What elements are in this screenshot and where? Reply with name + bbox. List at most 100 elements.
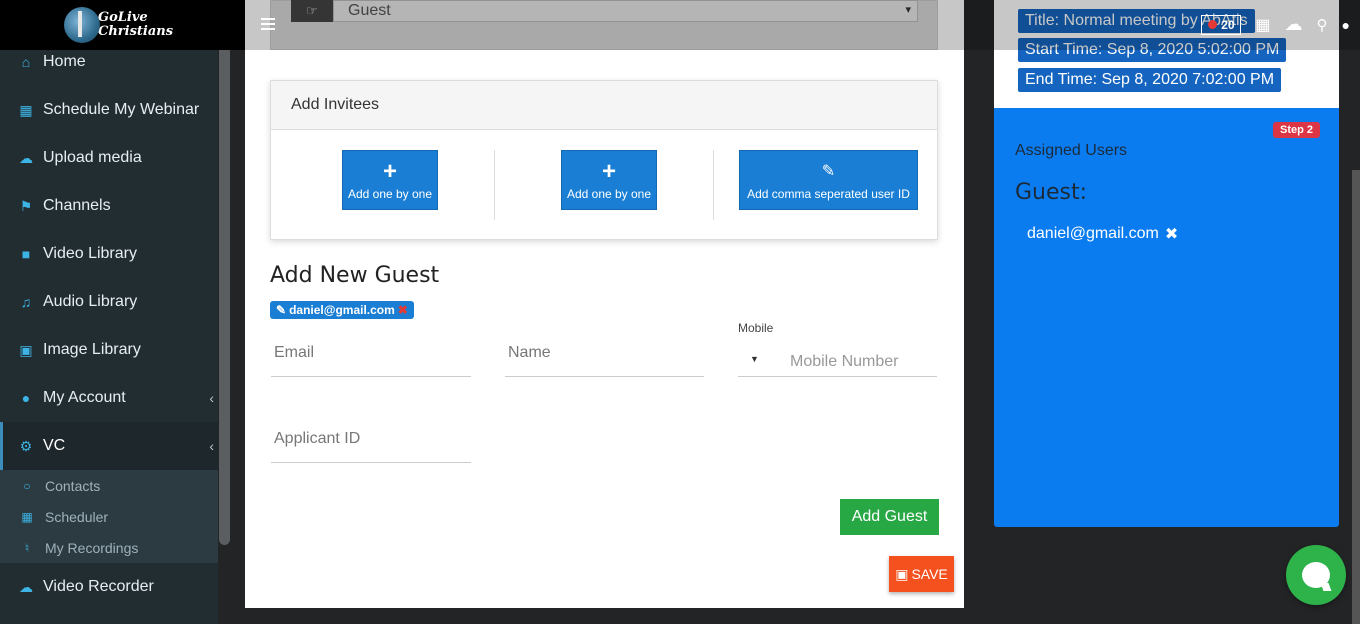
recording-count: 20	[1221, 17, 1235, 32]
save-button[interactable]: ▣ SAVE	[889, 556, 954, 592]
mobile-placeholder: Mobile Number	[790, 353, 899, 370]
plus-icon: +	[601, 158, 616, 185]
remove-user-icon[interactable]: ✖	[1165, 224, 1178, 244]
assigned-users-title: Assigned Users	[1015, 142, 1128, 159]
name-placeholder: Name	[508, 344, 551, 361]
cloud-upload-icon[interactable]: ☁	[1285, 14, 1303, 35]
calendar-icon[interactable]: ▦	[1255, 15, 1270, 35]
sidebar-item-label: Schedule My Webinar	[43, 101, 200, 118]
add-comma-separated-button[interactable]: ✎ Add comma seperated user ID	[739, 150, 918, 210]
sidebar-nav: ⌂ Home ▦ Schedule My Webinar ☁ Upload me…	[0, 38, 218, 611]
assigned-users-panel	[994, 108, 1339, 527]
page-scrollbar[interactable]	[1352, 170, 1360, 624]
chat-bubble-icon	[1302, 562, 1330, 588]
country-code-dropdown-icon[interactable]: ▼	[750, 354, 759, 364]
email-placeholder: Email	[274, 344, 315, 361]
cloud-upload-icon: ☁	[19, 578, 33, 595]
calendar-plus-icon: ▦	[19, 101, 33, 118]
add-one-by-one-button[interactable]: + Add one by one	[342, 150, 438, 210]
music-note-icon: ♫	[20, 294, 32, 310]
add-new-guest-title: Add New Guest	[270, 263, 440, 288]
sidebar-subitem-label: Contacts	[45, 477, 101, 494]
save-label: SAVE	[911, 566, 948, 582]
chip-email: daniel@gmail.com	[289, 303, 395, 317]
sidebar-item-audio-library[interactable]: ♫ Audio Library	[0, 278, 218, 326]
sidebar: ⌂ Home ▦ Schedule My Webinar ☁ Upload me…	[0, 0, 218, 624]
user-icon: ●	[21, 390, 31, 406]
button-label: Add one by one	[347, 187, 433, 201]
sidebar-item-label: Home	[43, 53, 86, 70]
logo-line-1: GoLive	[98, 10, 148, 25]
chevron-left-icon: ‹	[209, 438, 214, 454]
sidebar-subitem-label: My Recordings	[45, 539, 139, 556]
chevron-left-icon: ‹	[209, 390, 214, 406]
header-toolbar: 20 ▦ ☁ ⚲ ●	[1201, 14, 1350, 35]
assigned-user-item: daniel@gmail.com ✖	[1027, 224, 1178, 244]
add-guest-button[interactable]: Add Guest	[840, 499, 939, 535]
calendar-icon: ▦	[21, 509, 33, 524]
logo-line-2: Christians	[98, 24, 174, 39]
sidebar-item-label: Video Library	[43, 245, 137, 262]
search-icon[interactable]: ⚲	[1317, 16, 1328, 34]
sidebar-item-image-library[interactable]: ▣ Image Library	[0, 326, 218, 374]
sidebar-item-upload-media[interactable]: ☁ Upload media	[0, 134, 218, 182]
sidebar-item-label: My Account	[43, 389, 126, 406]
circle-icon: ○	[23, 478, 31, 493]
button-label: Add one by one	[566, 187, 652, 201]
sidebar-item-my-account[interactable]: ● My Account ‹	[0, 374, 218, 422]
applicant-id-placeholder: Applicant ID	[274, 430, 361, 447]
sidebar-item-label: Image Library	[43, 341, 141, 358]
sidebar-subitem-scheduler[interactable]: ▦ Scheduler	[0, 501, 218, 532]
step-badge: Step 2	[1273, 122, 1321, 138]
divider	[713, 150, 714, 220]
sidebar-item-video-recorder[interactable]: ☁ Video Recorder	[0, 563, 218, 611]
sidebar-subitem-contacts[interactable]: ○ Contacts	[0, 470, 218, 501]
sidebar-item-vc[interactable]: ⚙ VC ‹	[0, 422, 218, 470]
name-field[interactable]: Name	[505, 330, 704, 377]
add-invitees-title: Add Invitees	[271, 81, 937, 130]
gears-icon: ⚙	[19, 437, 33, 454]
sidebar-scrollbar[interactable]	[219, 45, 230, 545]
sidebar-subitem-my-recordings[interactable]: ♮ My Recordings	[0, 532, 218, 563]
guest-group-heading: Guest:	[1015, 180, 1088, 205]
logo-text[interactable]: GoLive Christians	[98, 11, 173, 39]
sidebar-item-label: Audio Library	[43, 293, 138, 310]
guest-email-chip[interactable]: ✎ daniel@gmail.com ✖	[270, 301, 414, 319]
sidebar-item-label: VC	[43, 437, 66, 454]
sidebar-item-schedule-webinar[interactable]: ▦ Schedule My Webinar	[0, 86, 218, 134]
edit-icon: ✎	[276, 303, 287, 317]
meeting-end-time: End Time: Sep 8, 2020 7:02:00 PM	[1018, 68, 1282, 92]
remove-icon[interactable]: ✖	[398, 303, 408, 317]
sidebar-subitem-label: Scheduler	[45, 508, 109, 525]
image-icon: ▣	[19, 341, 33, 358]
microphone-icon: ♮	[24, 540, 30, 555]
chat-button[interactable]	[1286, 545, 1346, 605]
cloud-upload-icon: ☁	[19, 149, 33, 166]
record-dot-icon	[1208, 20, 1218, 29]
divider	[494, 150, 495, 220]
vc-submenu: ○ Contacts ▦ Scheduler ♮ My Recordings	[0, 470, 218, 563]
recording-count-badge[interactable]: 20	[1201, 14, 1242, 35]
plus-icon: +	[382, 158, 397, 185]
button-label: Add comma seperated user ID	[747, 187, 910, 201]
home-icon: ⌂	[21, 54, 31, 70]
top-header	[245, 0, 1360, 50]
mobile-field[interactable]: ▼ Mobile Number	[738, 340, 937, 377]
assigned-user-email: daniel@gmail.com	[1027, 225, 1159, 242]
edit-icon: ✎	[821, 163, 836, 180]
sidebar-item-video-library[interactable]: ■ Video Library	[0, 230, 218, 278]
email-field[interactable]: Email	[271, 330, 471, 377]
logo-globe-icon	[64, 7, 100, 43]
floppy-disk-icon: ▣	[895, 565, 909, 582]
applicant-id-field[interactable]: Applicant ID	[271, 416, 471, 463]
sidebar-item-channels[interactable]: ⚑ Channels	[0, 182, 218, 230]
sidebar-item-label: Upload media	[43, 149, 142, 166]
sidebar-item-label: Video Recorder	[43, 578, 154, 595]
add-one-by-one-button-2[interactable]: + Add one by one	[561, 150, 657, 210]
sidebar-item-label: Channels	[43, 197, 111, 214]
mobile-label: Mobile	[738, 321, 774, 335]
user-icon[interactable]: ●	[1342, 17, 1350, 33]
video-camera-icon: ■	[21, 246, 31, 262]
hamburger-menu-icon[interactable]	[261, 18, 275, 30]
logo-bar: GoLive Christians	[0, 0, 245, 50]
